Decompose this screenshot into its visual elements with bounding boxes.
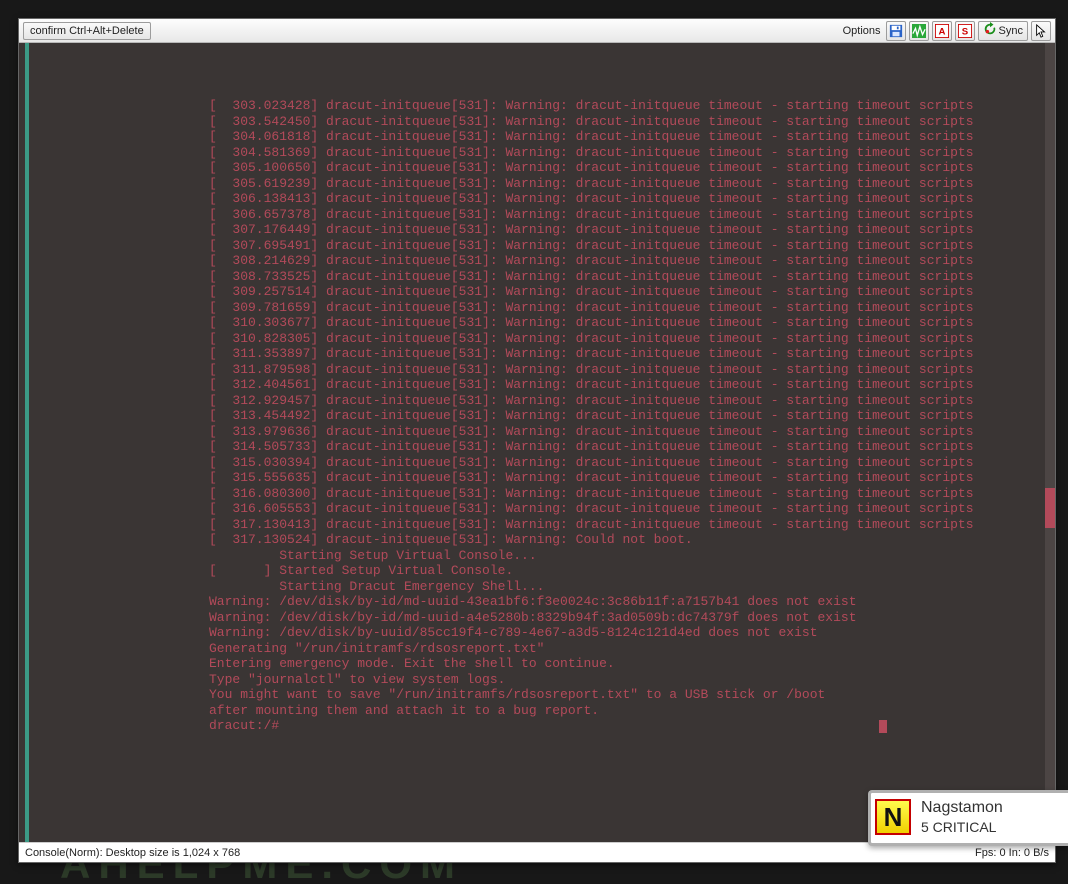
terminal-line: [ ] Started Setup Virtual Console.	[29, 563, 1045, 579]
terminal-line: [ 307.176449] dracut-initqueue[531]: War…	[29, 222, 1045, 238]
terminal-cursor	[879, 720, 887, 733]
terminal-content: [ 303.023428] dracut-initqueue[531]: War…	[19, 43, 1055, 842]
terminal-line: Generating "/run/initramfs/rdsosreport.t…	[29, 641, 1045, 657]
terminal-line: Starting Dracut Emergency Shell...	[29, 579, 1045, 595]
svg-text:S: S	[961, 26, 968, 37]
terminal-line: [ 303.542450] dracut-initqueue[531]: War…	[29, 114, 1045, 130]
terminal-line: [ 316.605553] dracut-initqueue[531]: War…	[29, 501, 1045, 517]
terminal-line: [ 311.353897] dracut-initqueue[531]: War…	[29, 346, 1045, 362]
nagstamon-title: Nagstamon	[921, 799, 1003, 817]
cursor-button[interactable]	[1031, 21, 1051, 41]
terminal-line: [ 313.454492] dracut-initqueue[531]: War…	[29, 408, 1045, 424]
terminal-line: [ 304.581369] dracut-initqueue[531]: War…	[29, 145, 1045, 161]
activity-icon	[912, 24, 926, 38]
terminal-line: [ 306.657378] dracut-initqueue[531]: War…	[29, 207, 1045, 223]
kvm-console-window: confirm Ctrl+Alt+Delete Options A S	[18, 18, 1056, 863]
terminal-line: [ 315.555635] dracut-initqueue[531]: War…	[29, 470, 1045, 486]
terminal-line: [ 317.130413] dracut-initqueue[531]: War…	[29, 517, 1045, 533]
terminal-line: [ 310.303677] dracut-initqueue[531]: War…	[29, 315, 1045, 331]
terminal-line: Type "journalctl" to view system logs.	[29, 672, 1045, 688]
statusbar-right: Fps: 0 In: 0 B/s	[975, 847, 1049, 859]
terminal-line: [ 303.023428] dracut-initqueue[531]: War…	[29, 98, 1045, 114]
terminal-line: [ 316.080300] dracut-initqueue[531]: War…	[29, 486, 1045, 502]
terminal-line: [ 315.030394] dracut-initqueue[531]: War…	[29, 455, 1045, 471]
options-label[interactable]: Options	[843, 25, 881, 37]
save-icon	[889, 24, 903, 38]
toolbar: confirm Ctrl+Alt+Delete Options A S	[19, 19, 1055, 43]
mark-a-icon: A	[935, 24, 949, 38]
terminal-line: [ 314.505733] dracut-initqueue[531]: War…	[29, 439, 1045, 455]
terminal-line: [ 306.138413] dracut-initqueue[531]: War…	[29, 191, 1045, 207]
confirm-cad-button[interactable]: confirm Ctrl+Alt+Delete	[23, 22, 151, 40]
terminal-line: [ 304.061818] dracut-initqueue[531]: War…	[29, 129, 1045, 145]
terminal-line: Starting Setup Virtual Console...	[29, 548, 1045, 564]
terminal-line: [ 313.979636] dracut-initqueue[531]: War…	[29, 424, 1045, 440]
statusbar-left: Console(Norm): Desktop size is 1,024 x 7…	[25, 847, 240, 859]
cursor-icon	[1034, 24, 1048, 38]
terminal-scrollbar[interactable]	[1045, 43, 1055, 842]
terminal-line: [ 309.781659] dracut-initqueue[531]: War…	[29, 300, 1045, 316]
terminal-line: after mounting them and attach it to a b…	[29, 703, 1045, 719]
mark-a-button[interactable]: A	[932, 21, 952, 41]
nagstamon-critical-count: 5 CRITICAL	[921, 819, 1003, 835]
save-button[interactable]	[886, 21, 906, 41]
refresh-icon	[983, 22, 997, 39]
terminal-line: You might want to save "/run/initramfs/r…	[29, 687, 1045, 703]
nagstamon-icon: N	[875, 799, 911, 835]
terminal-line: dracut:/#	[29, 718, 1045, 734]
svg-text:A: A	[938, 26, 945, 37]
sync-label: Sync	[999, 25, 1023, 37]
terminal-line: Warning: /dev/disk/by-id/md-uuid-43ea1bf…	[29, 594, 1045, 610]
terminal-viewport[interactable]: [ 303.023428] dracut-initqueue[531]: War…	[19, 43, 1055, 842]
terminal-line: Warning: /dev/disk/by-id/md-uuid-a4e5280…	[29, 610, 1045, 626]
terminal-line: [ 312.404561] dracut-initqueue[531]: War…	[29, 377, 1045, 393]
terminal-line: [ 308.214629] dracut-initqueue[531]: War…	[29, 253, 1045, 269]
terminal-line: [ 311.879598] dracut-initqueue[531]: War…	[29, 362, 1045, 378]
terminal-line: [ 308.733525] dracut-initqueue[531]: War…	[29, 269, 1045, 285]
mark-s-button[interactable]: S	[955, 21, 975, 41]
terminal-line: [ 310.828305] dracut-initqueue[531]: War…	[29, 331, 1045, 347]
terminal-line: [ 309.257514] dracut-initqueue[531]: War…	[29, 284, 1045, 300]
terminal-line: Warning: /dev/disk/by-uuid/85cc19f4-c789…	[29, 625, 1045, 641]
terminal-line: [ 317.130524] dracut-initqueue[531]: War…	[29, 532, 1045, 548]
terminal-line: [ 307.695491] dracut-initqueue[531]: War…	[29, 238, 1045, 254]
sync-button[interactable]: Sync	[978, 21, 1028, 41]
activity-button[interactable]	[909, 21, 929, 41]
terminal-line: [ 305.100650] dracut-initqueue[531]: War…	[29, 160, 1045, 176]
nagstamon-popup[interactable]: N Nagstamon 5 CRITICAL	[868, 790, 1068, 846]
terminal-line: [ 312.929457] dracut-initqueue[531]: War…	[29, 393, 1045, 409]
terminal-scrollbar-thumb[interactable]	[1045, 488, 1055, 528]
terminal-line: Entering emergency mode. Exit the shell …	[29, 656, 1045, 672]
mark-s-icon: S	[958, 24, 972, 38]
terminal-line: [ 305.619239] dracut-initqueue[531]: War…	[29, 176, 1045, 192]
